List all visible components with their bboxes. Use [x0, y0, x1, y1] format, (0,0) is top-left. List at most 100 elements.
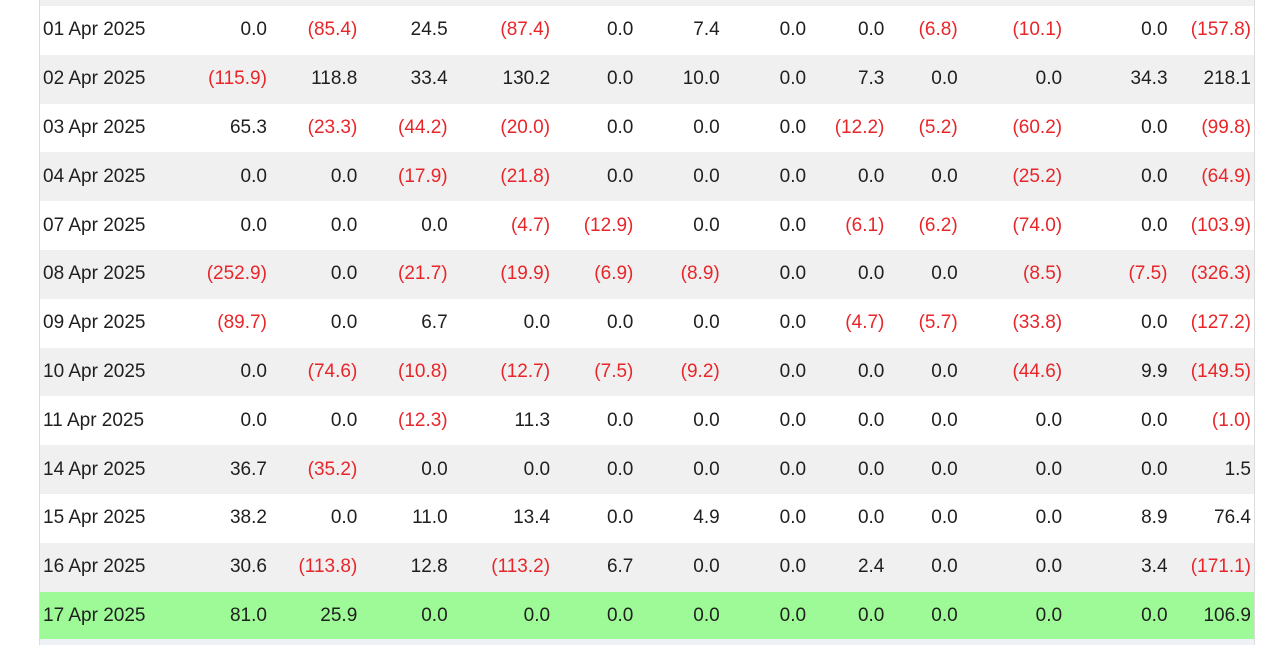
value-cell: 0.0 [857, 409, 885, 431]
value-cell: (157.8) [1190, 19, 1251, 41]
table-row: 04 Apr 2025 0.0 0.0 (17.9) (21.8) 0.0 0.0 0.0 0.… [40, 152, 1254, 202]
value-cell: 0.0 [857, 360, 885, 382]
value-cell: 0.0 [1141, 409, 1168, 431]
value-cell: (6.8) [918, 19, 958, 41]
value-cell: 3.4 [1141, 556, 1168, 578]
value-cell: 0.0 [779, 604, 807, 626]
value-cell: (12.7) [500, 360, 551, 382]
value-cell: 0.0 [1141, 165, 1168, 187]
row-date: 01 Apr 2025 [43, 19, 146, 41]
value-cell: 0.0 [1035, 68, 1063, 90]
value-cell: (23.3) [307, 116, 358, 138]
table-row: 09 Apr 2025 (89.7) 0.0 6.7 0.0 0.0 0.0 0.0 (4.7)… [40, 299, 1254, 348]
table-row: 15 Apr 2025 38.2 0.0 11.0 13.4 0.0 4.9 0.0 0.0 0.… [40, 494, 1254, 543]
value-cell: 12.8 [410, 556, 448, 578]
value-cell: 0.0 [330, 312, 358, 334]
value-cell: 0.0 [606, 507, 634, 529]
value-cell: 118.8 [311, 68, 358, 90]
value-cell: (113.2) [491, 556, 551, 578]
value-cell: 0.0 [779, 116, 807, 138]
row-date: 17 Apr 2025 [43, 604, 146, 626]
value-cell: 0.0 [1141, 312, 1168, 334]
value-cell: (115.9) [208, 68, 267, 90]
value-cell: (6.2) [918, 214, 958, 236]
value-cell: 38.2 [229, 507, 267, 529]
value-cell: 24.5 [410, 19, 448, 41]
table-row: 01 Apr 2025 0.0 (85.4) 24.5 (87.4) 0.0 7.4 0.0 0… [40, 6, 1254, 55]
flows-table: 01 Apr 2025 0.0 (85.4) 24.5 (87.4) 0.0 7.4 0.0 0… [40, 6, 1254, 641]
value-cell: (8.5) [1023, 263, 1063, 285]
value-cell: 0.0 [779, 68, 807, 90]
value-cell: (21.8) [500, 165, 551, 187]
value-cell: 0.0 [606, 458, 634, 480]
table-row: 03 Apr 2025 65.3 (23.3) (44.2) (20.0) 0.0 0.0 0… [40, 104, 1254, 153]
value-cell: 0.0 [931, 165, 958, 187]
table-row: 02 Apr 2025 (115.9) 118.8 33.4 130.2 0.0 10.0 0… [40, 54, 1254, 104]
value-cell: 0.0 [240, 214, 267, 236]
value-cell: (25.2) [1012, 165, 1063, 187]
value-cell: 0.0 [931, 507, 958, 529]
table-row: 08 Apr 2025 (252.9) 0.0 (21.7) (19.9) (6.9) (8… [40, 249, 1254, 299]
table-row: 11 Apr 2025 0.0 0.0 (12.3) 11.3 0.0 0.0 0.0 0.0 0… [40, 396, 1254, 445]
row-date: 15 Apr 2025 [43, 507, 146, 529]
row-date: 10 Apr 2025 [43, 360, 146, 382]
value-cell: 0.0 [931, 68, 958, 90]
value-cell: 0.0 [931, 360, 958, 382]
value-cell: 0.0 [330, 409, 358, 431]
value-cell: (103.9) [1190, 214, 1251, 236]
value-cell: 0.0 [1141, 214, 1168, 236]
data-table-container: 01 Apr 2025 0.0 (85.4) 24.5 (87.4) 0.0 7.4 0.0 0… [39, 0, 1255, 645]
value-cell: 0.0 [693, 312, 720, 334]
value-cell: 0.0 [240, 165, 267, 187]
value-cell: 0.0 [330, 507, 358, 529]
value-cell: 0.0 [606, 409, 634, 431]
value-cell: (33.8) [1012, 312, 1063, 334]
value-cell: 0.0 [606, 19, 634, 41]
value-cell: (20.0) [500, 116, 551, 138]
bottom-divider [40, 639, 1254, 645]
row-date: 07 Apr 2025 [43, 214, 146, 236]
value-cell: (10.1) [1012, 19, 1063, 41]
value-cell: 0.0 [1035, 556, 1063, 578]
value-cell: 7.4 [693, 19, 720, 41]
value-cell: 2.4 [857, 556, 885, 578]
value-cell: 0.0 [330, 165, 358, 187]
table-row: 10 Apr 2025 0.0 (74.6) (10.8) (12.7) (7.5) (9.… [40, 347, 1254, 397]
value-cell: 0.0 [857, 263, 885, 285]
value-cell: 0.0 [240, 19, 267, 41]
value-cell: 0.0 [779, 409, 807, 431]
value-cell: 218.1 [1203, 68, 1251, 90]
value-cell: (19.9) [500, 263, 551, 285]
value-cell: (74.6) [307, 360, 358, 382]
value-cell: 0.0 [779, 507, 807, 529]
value-cell: 106.9 [1203, 604, 1251, 626]
value-cell: (326.3) [1190, 263, 1251, 285]
value-cell: 0.0 [606, 116, 634, 138]
value-cell: (1.0) [1211, 409, 1251, 431]
value-cell: 0.0 [1035, 458, 1063, 480]
value-cell: 0.0 [931, 604, 958, 626]
value-cell: 13.4 [513, 507, 551, 529]
value-cell: 0.0 [1141, 116, 1168, 138]
value-cell: (64.9) [1201, 165, 1251, 187]
value-cell: (89.7) [217, 312, 267, 334]
value-cell: 30.6 [229, 556, 267, 578]
value-cell: (10.8) [398, 360, 448, 382]
row-date: 11 Apr 2025 [43, 409, 145, 431]
table-body: 01 Apr 2025 0.0 (85.4) 24.5 (87.4) 0.0 7.4 0.0 0… [40, 6, 1254, 641]
value-cell: (44.2) [398, 116, 448, 138]
value-cell: 0.0 [1141, 458, 1168, 480]
value-cell: 0.0 [1141, 19, 1168, 41]
value-cell: (7.5) [1128, 263, 1168, 285]
value-cell: 6.7 [606, 556, 634, 578]
table-row: 07 Apr 2025 0.0 0.0 0.0 (4.7) (12.9) 0.0 0.0 (6.… [40, 201, 1254, 250]
value-cell: (6.1) [845, 214, 885, 236]
value-cell: 0.0 [693, 604, 720, 626]
value-cell: (60.2) [1012, 116, 1063, 138]
value-cell: 4.9 [693, 507, 720, 529]
value-cell: 76.4 [1214, 507, 1251, 529]
value-cell: 0.0 [857, 458, 885, 480]
value-cell: (12.9) [583, 214, 634, 236]
value-cell: (99.8) [1201, 116, 1251, 138]
value-cell: (171.1) [1190, 556, 1251, 578]
